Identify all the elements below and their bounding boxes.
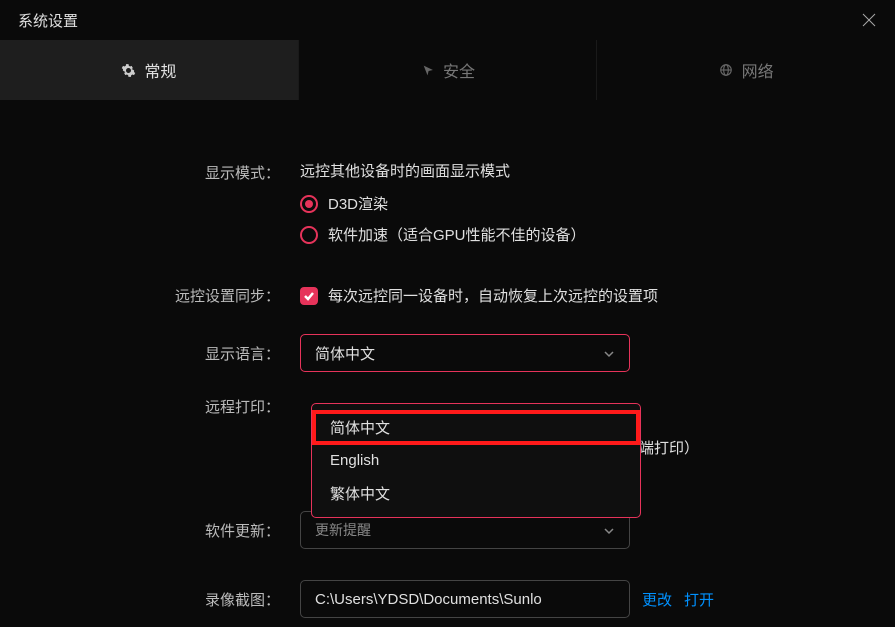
language-label: 显示语言：: [0, 343, 300, 364]
language-row: 显示语言： 简体中文: [0, 334, 895, 372]
tab-label: 网络: [742, 58, 774, 82]
language-selected: 简体中文: [315, 343, 375, 364]
language-select[interactable]: 简体中文: [300, 334, 630, 372]
recording-row: 录像截图： 更改 打开: [0, 580, 895, 618]
change-link[interactable]: 更改: [642, 589, 672, 610]
radio-d3d-row[interactable]: D3D渲染: [300, 193, 895, 214]
globe-icon: [719, 63, 734, 78]
language-option-zh-cn[interactable]: 简体中文: [312, 410, 640, 445]
update-label: 软件更新：: [0, 520, 300, 541]
remote-print-label: 远程打印：: [0, 396, 300, 417]
chevron-down-icon: [603, 347, 615, 359]
recording-path-input[interactable]: [300, 580, 630, 618]
sync-label: 远控设置同步：: [0, 285, 300, 306]
tab-security[interactable]: 安全: [299, 40, 598, 100]
display-mode-label: 显示模式：: [0, 160, 300, 183]
chevron-down-icon: [603, 524, 615, 536]
language-dropdown: 简体中文 English 繁体中文: [311, 403, 641, 518]
tab-general[interactable]: 常规: [0, 40, 299, 100]
gear-icon: [121, 63, 136, 78]
sync-text: 每次远控同一设备时，自动恢复上次远控的设置项: [328, 285, 658, 306]
tab-label: 常规: [144, 58, 176, 82]
remote-print-partial-text: 端打印）: [639, 437, 699, 458]
tab-label: 安全: [443, 58, 475, 82]
sync-checkbox[interactable]: [300, 287, 318, 305]
content-area: 显示模式： 远控其他设备时的画面显示模式 D3D渲染 软件加速（适合GPU性能不…: [0, 100, 895, 417]
sync-checkbox-row[interactable]: 每次远控同一设备时，自动恢复上次远控的设置项: [300, 285, 895, 306]
title-bar: 系统设置: [0, 0, 895, 40]
open-link[interactable]: 打开: [684, 589, 714, 610]
tabs-bar: 常规 安全 网络: [0, 40, 895, 100]
radio-software[interactable]: [300, 226, 318, 244]
window-title: 系统设置: [18, 10, 78, 31]
radio-software-row[interactable]: 软件加速（适合GPU性能不佳的设备）: [300, 224, 895, 245]
close-button[interactable]: [861, 12, 877, 28]
update-selected: 更新提醒: [315, 520, 371, 540]
radio-software-label: 软件加速（适合GPU性能不佳的设备）: [328, 224, 586, 245]
display-mode-desc: 远控其他设备时的画面显示模式: [300, 160, 895, 181]
display-mode-row: 显示模式： 远控其他设备时的画面显示模式 D3D渲染 软件加速（适合GPU性能不…: [0, 160, 895, 255]
radio-d3d[interactable]: [300, 195, 318, 213]
language-option-en[interactable]: English: [312, 445, 640, 476]
tab-network[interactable]: 网络: [597, 40, 895, 100]
check-icon: [303, 290, 315, 302]
radio-d3d-label: D3D渲染: [328, 193, 388, 214]
language-option-zh-tw[interactable]: 繁体中文: [312, 476, 640, 511]
close-icon: [862, 13, 876, 27]
recording-label: 录像截图：: [0, 589, 300, 610]
sync-row: 远控设置同步： 每次远控同一设备时，自动恢复上次远控的设置项: [0, 285, 895, 306]
shield-icon: [420, 63, 435, 78]
